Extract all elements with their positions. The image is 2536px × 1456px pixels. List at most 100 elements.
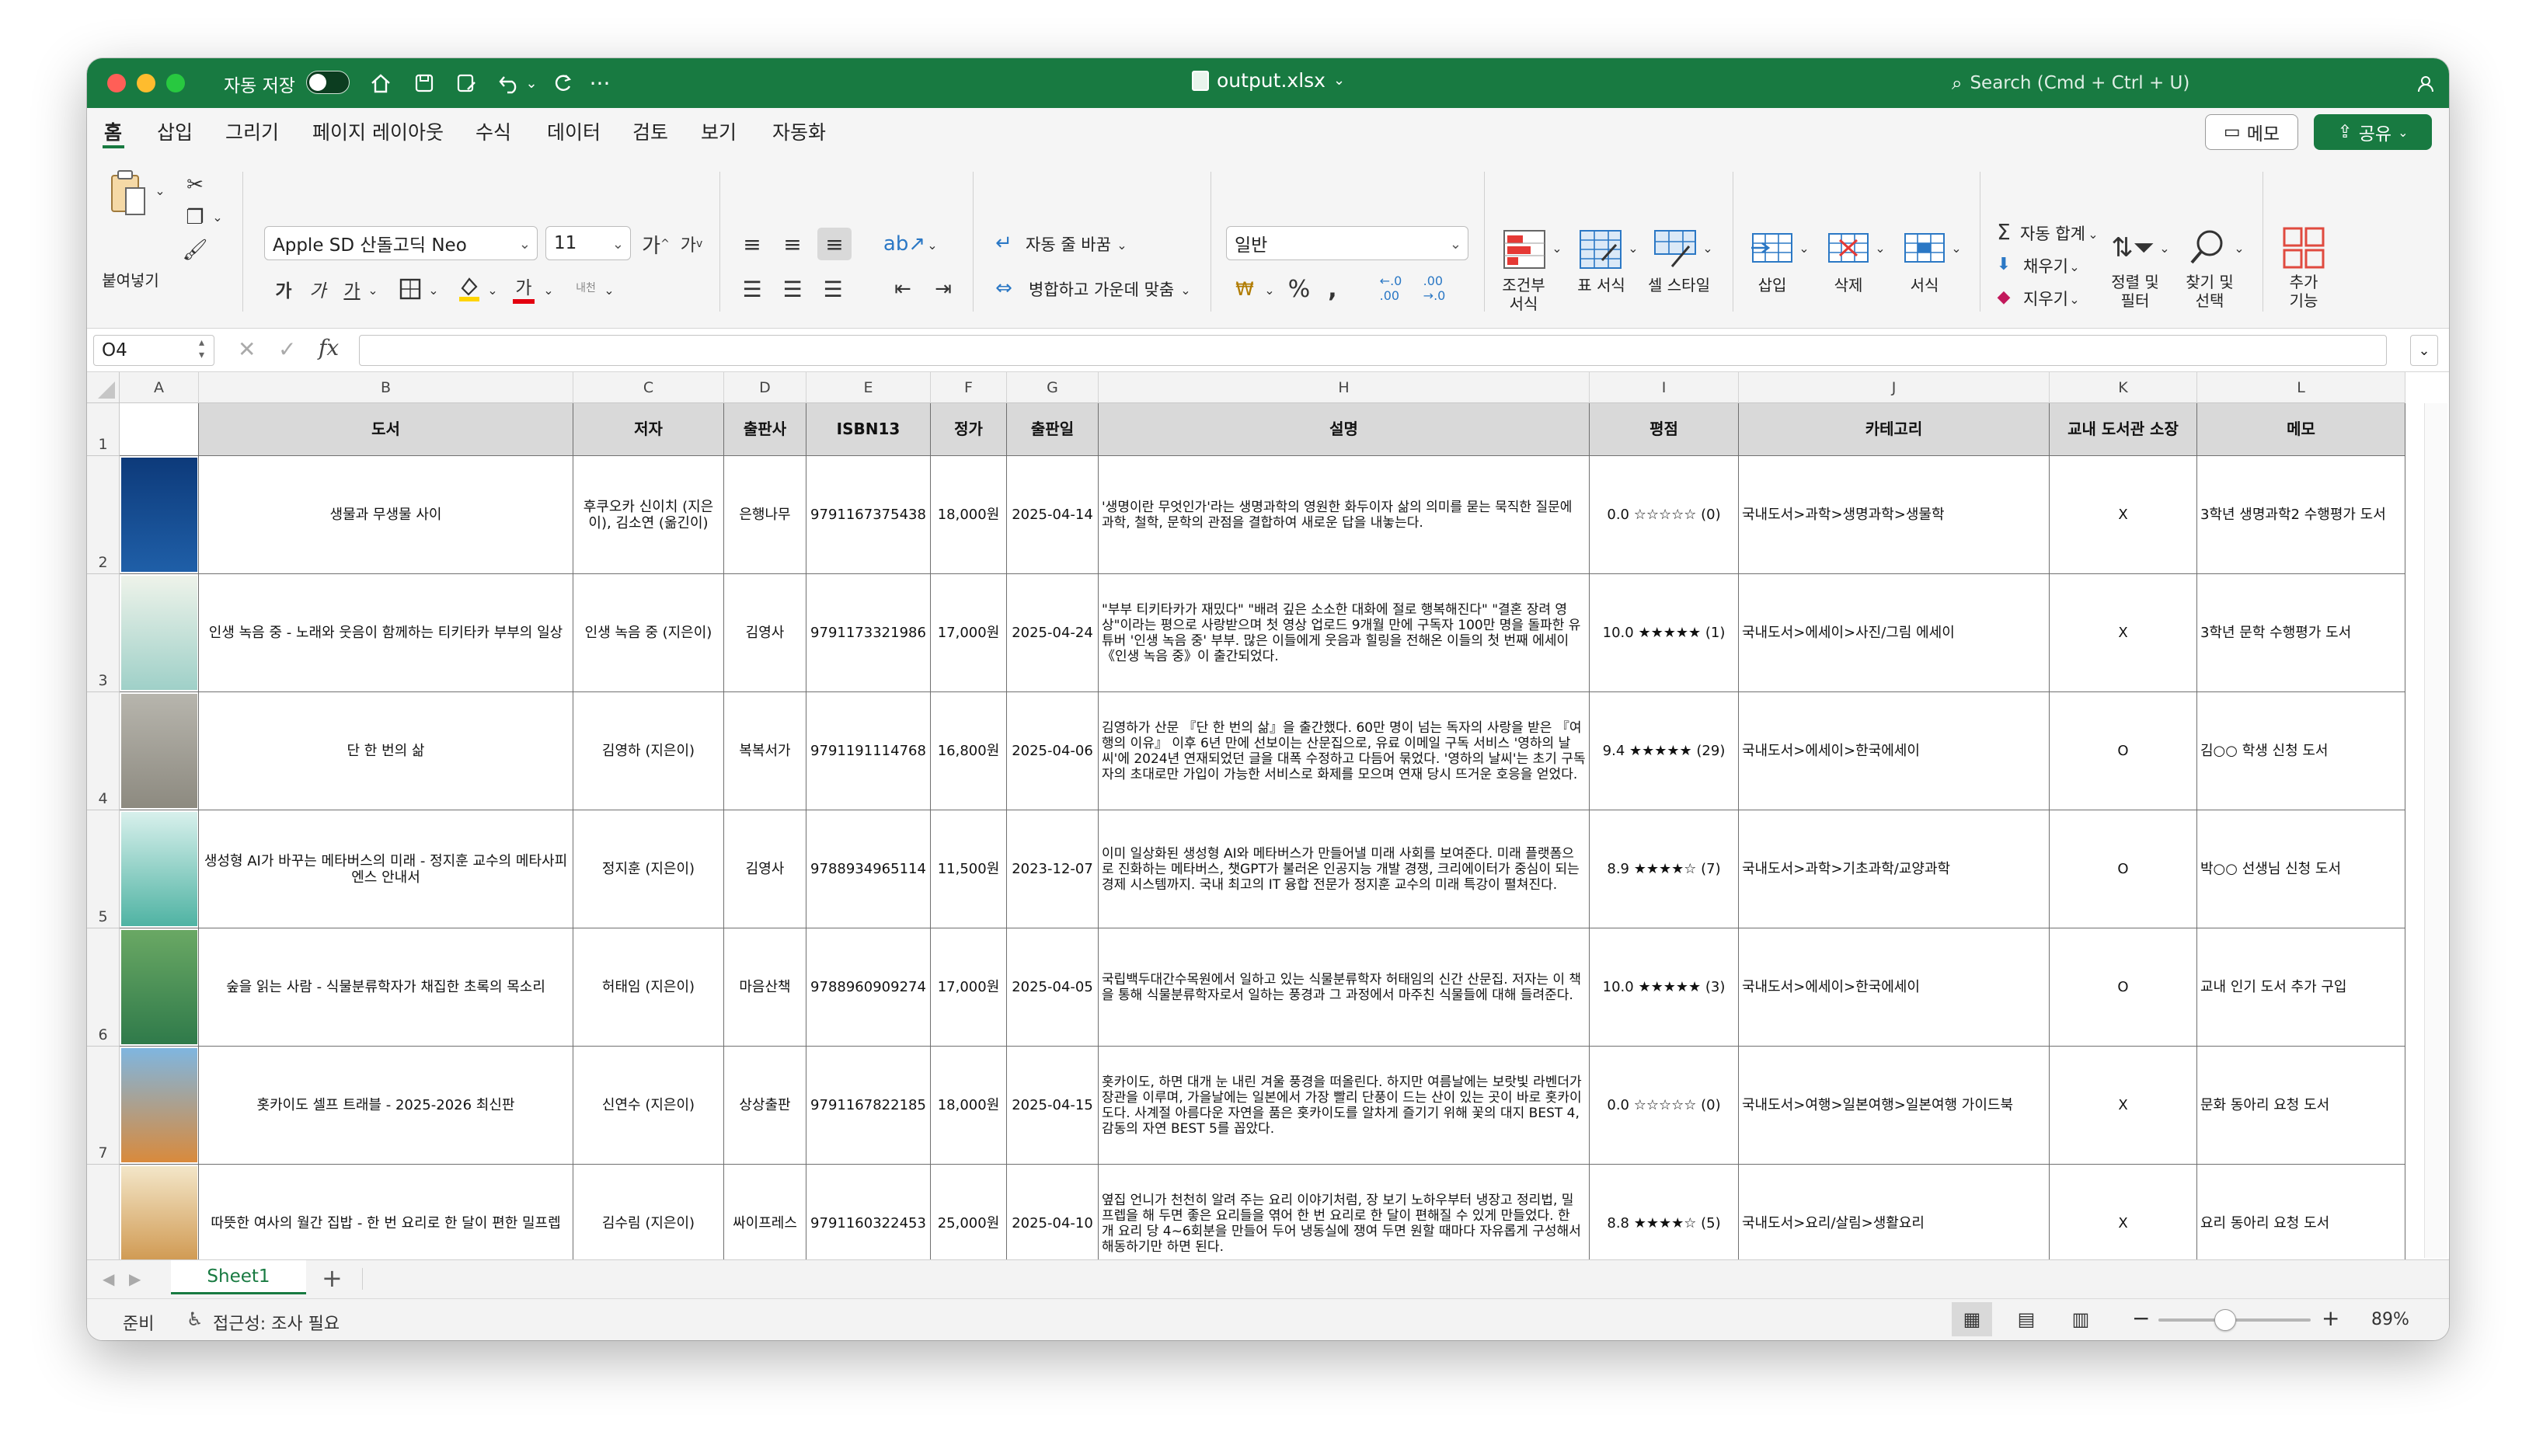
vertical-text-dropdown-chevron-icon[interactable]: ⌄: [601, 282, 617, 298]
page-layout-view-icon[interactable]: ▤: [2006, 1302, 2047, 1336]
cell-book-title[interactable]: 숲을 읽는 사람 - 식물분류학자가 채집한 초록의 목소리: [199, 928, 573, 1047]
underline-button[interactable]: 가: [339, 276, 365, 302]
borders-dropdown-chevron-icon[interactable]: ⌄: [426, 282, 441, 298]
cell-category[interactable]: 국내도서>에세이>한국에세이: [1739, 692, 2050, 810]
header-rating[interactable]: 평점: [1590, 403, 1739, 456]
header-book[interactable]: 도서: [199, 403, 573, 456]
column-header-h[interactable]: H: [1099, 372, 1590, 403]
header-category[interactable]: 카테고리: [1739, 403, 2050, 456]
expand-formula-bar-chevron-icon[interactable]: ⌄: [2410, 335, 2438, 366]
cell-library-owned[interactable]: O: [2050, 692, 2197, 810]
cell-library-owned[interactable]: X: [2050, 1047, 2197, 1165]
cell-publish-date[interactable]: 2025-04-05: [1007, 928, 1099, 1047]
align-bottom-icon[interactable]: ≡: [817, 228, 852, 260]
cell-author[interactable]: 허태임 (지은이): [573, 928, 724, 1047]
comma-style-icon[interactable]: ,: [1321, 274, 1344, 304]
format-as-table-icon[interactable]: [1577, 226, 1624, 273]
cell-book-title[interactable]: 따뜻한 여사의 월간 집밥 - 한 번 요리로 한 달이 편한 밀프렙: [199, 1165, 573, 1259]
align-left-icon[interactable]: ☰: [737, 276, 768, 302]
conditional-formatting-icon[interactable]: [1501, 226, 1548, 273]
header-memo[interactable]: 메모: [2197, 403, 2405, 456]
cell-rating[interactable]: 8.8 ★★★★☆ (5): [1590, 1165, 1739, 1259]
account-icon[interactable]: [2410, 64, 2441, 102]
column-header-b[interactable]: B: [199, 372, 573, 403]
decrease-decimal-icon[interactable]: .00 →.0: [1417, 273, 1451, 304]
merge-center-dropdown-chevron-icon[interactable]: ⌄: [1178, 282, 1193, 298]
font-size-combo[interactable]: 11 ⌄: [545, 226, 631, 260]
cell-memo[interactable]: 문화 동아리 요청 도서: [2197, 1047, 2405, 1165]
header-price[interactable]: 정가: [931, 403, 1007, 456]
sort-filter-dropdown-chevron-icon[interactable]: ⌄: [2157, 240, 2172, 256]
column-header-l[interactable]: L: [2197, 372, 2405, 403]
cell-rating[interactable]: 8.9 ★★★★☆ (7): [1590, 810, 1739, 928]
home-icon[interactable]: [364, 64, 398, 102]
cell-publisher[interactable]: 김영사: [724, 574, 806, 692]
tab-view[interactable]: 보기: [701, 117, 737, 145]
cell-isbn13[interactable]: 9788960909274: [806, 928, 931, 1047]
insert-cells-dropdown-chevron-icon[interactable]: ⌄: [1796, 240, 1812, 256]
cell-author[interactable]: 정지훈 (지은이): [573, 810, 724, 928]
cell-publisher[interactable]: 마음산책: [724, 928, 806, 1047]
cell-author[interactable]: 후쿠오카 신이치 (지은이), 김소연 (옮긴이): [573, 456, 724, 574]
autosum-dropdown-chevron-icon[interactable]: ⌄: [2085, 226, 2101, 242]
cell-category[interactable]: 국내도서>에세이>한국에세이: [1739, 928, 2050, 1047]
cell-rating[interactable]: 0.0 ☆☆☆☆☆ (0): [1590, 456, 1739, 574]
cell-category[interactable]: 국내도서>과학>기초과학/교양과학: [1739, 810, 2050, 928]
cell-publish-date[interactable]: 2025-04-24: [1007, 574, 1099, 692]
merge-center-button[interactable]: 병합하고 가운데 맞춤: [1029, 280, 1192, 299]
cell-rating[interactable]: 0.0 ☆☆☆☆☆ (0): [1590, 1047, 1739, 1165]
cell-publisher[interactable]: 싸이프레스: [724, 1165, 806, 1259]
header-isbn[interactable]: ISBN13: [806, 403, 931, 456]
header-pubdate[interactable]: 출판일: [1007, 403, 1099, 456]
name-box-stepper-icon[interactable]: ▴ ▾: [199, 336, 204, 361]
italic-button[interactable]: 가: [305, 276, 331, 302]
cover-cell[interactable]: [120, 1047, 199, 1165]
align-right-icon[interactable]: ☰: [817, 276, 848, 302]
eraser-icon[interactable]: ◆: [1992, 284, 2015, 310]
cell-description[interactable]: '생명이란 무엇인가'라는 생명과학의 영원한 화두이자 삶의 의미를 묻는 묵…: [1099, 456, 1590, 574]
vertical-text-icon[interactable]: 내천: [569, 273, 603, 304]
select-all-corner[interactable]: [87, 372, 120, 403]
cell-publisher[interactable]: 상상출판: [724, 1047, 806, 1165]
format-painter-icon[interactable]: 🖌: [182, 237, 208, 263]
cell-memo[interactable]: 3학년 문학 수행평가 도서: [2197, 574, 2405, 692]
cell-description[interactable]: 옆집 언니가 천천히 알려 주는 요리 이야기처럼, 장 보기 노하우부터 냉장…: [1099, 1165, 1590, 1259]
fill-dropdown-chevron-icon[interactable]: ⌄: [2067, 259, 2082, 274]
cell-description[interactable]: 이미 일상화된 생성형 AI와 메타버스가 만들어낼 미래 사회를 보여준다. …: [1099, 810, 1590, 928]
font-color-icon[interactable]: 가: [508, 271, 539, 305]
cell-book-title[interactable]: 생물과 무생물 사이: [199, 456, 573, 574]
cell-price[interactable]: 11,500원: [931, 810, 1007, 928]
header-description[interactable]: 설명: [1099, 403, 1590, 456]
tab-review[interactable]: 검토: [632, 117, 668, 145]
sheet-tab-sheet1[interactable]: Sheet1: [171, 1260, 306, 1294]
zoom-out-icon[interactable]: −: [2132, 1305, 2150, 1331]
tab-insert[interactable]: 삽입: [157, 117, 193, 145]
row-header-1[interactable]: 1: [87, 403, 120, 456]
cell-book-title[interactable]: 인생 녹음 중 - 노래와 웃음이 함께하는 티키타카 부부의 일상: [199, 574, 573, 692]
cell-publisher[interactable]: 은행나무: [724, 456, 806, 574]
cell-rating[interactable]: 10.0 ★★★★★ (1): [1590, 574, 1739, 692]
wrap-text-dropdown-chevron-icon[interactable]: ⌄: [1114, 237, 1130, 253]
column-header-c[interactable]: C: [573, 372, 724, 403]
cell-price[interactable]: 25,000원: [931, 1165, 1007, 1259]
cell-description[interactable]: 국립백두대간수목원에서 일하고 있는 식물분류학자 허태임의 신간 산문집. 저…: [1099, 928, 1590, 1047]
more-options-icon[interactable]: ···: [584, 64, 615, 102]
find-select-dropdown-chevron-icon[interactable]: ⌄: [2231, 240, 2247, 256]
comments-button[interactable]: ▭ 메모: [2205, 114, 2298, 150]
cell-library-owned[interactable]: O: [2050, 928, 2197, 1047]
tab-home[interactable]: 홈: [104, 117, 122, 145]
fill-color-icon[interactable]: [454, 273, 485, 304]
cell-publisher[interactable]: 김영사: [724, 810, 806, 928]
previous-sheet-icon[interactable]: ◀: [103, 1270, 114, 1288]
cell-price[interactable]: 17,000원: [931, 574, 1007, 692]
insert-function-button[interactable]: fx: [319, 335, 339, 361]
next-sheet-icon[interactable]: ▶: [129, 1270, 141, 1288]
column-header-g[interactable]: G: [1007, 372, 1099, 403]
autosum-icon[interactable]: Σ: [1992, 218, 2015, 245]
redo-icon[interactable]: [545, 64, 580, 102]
tab-data[interactable]: 데이터: [547, 117, 601, 145]
cut-icon[interactable]: ✂: [182, 172, 208, 198]
currency-dropdown-chevron-icon[interactable]: ⌄: [1262, 282, 1277, 298]
copy-icon[interactable]: ❐: [182, 204, 208, 231]
cell-description[interactable]: "부부 티키타카가 재밌다" "배려 깊은 소소한 대화에 절로 행복해진다" …: [1099, 574, 1590, 692]
